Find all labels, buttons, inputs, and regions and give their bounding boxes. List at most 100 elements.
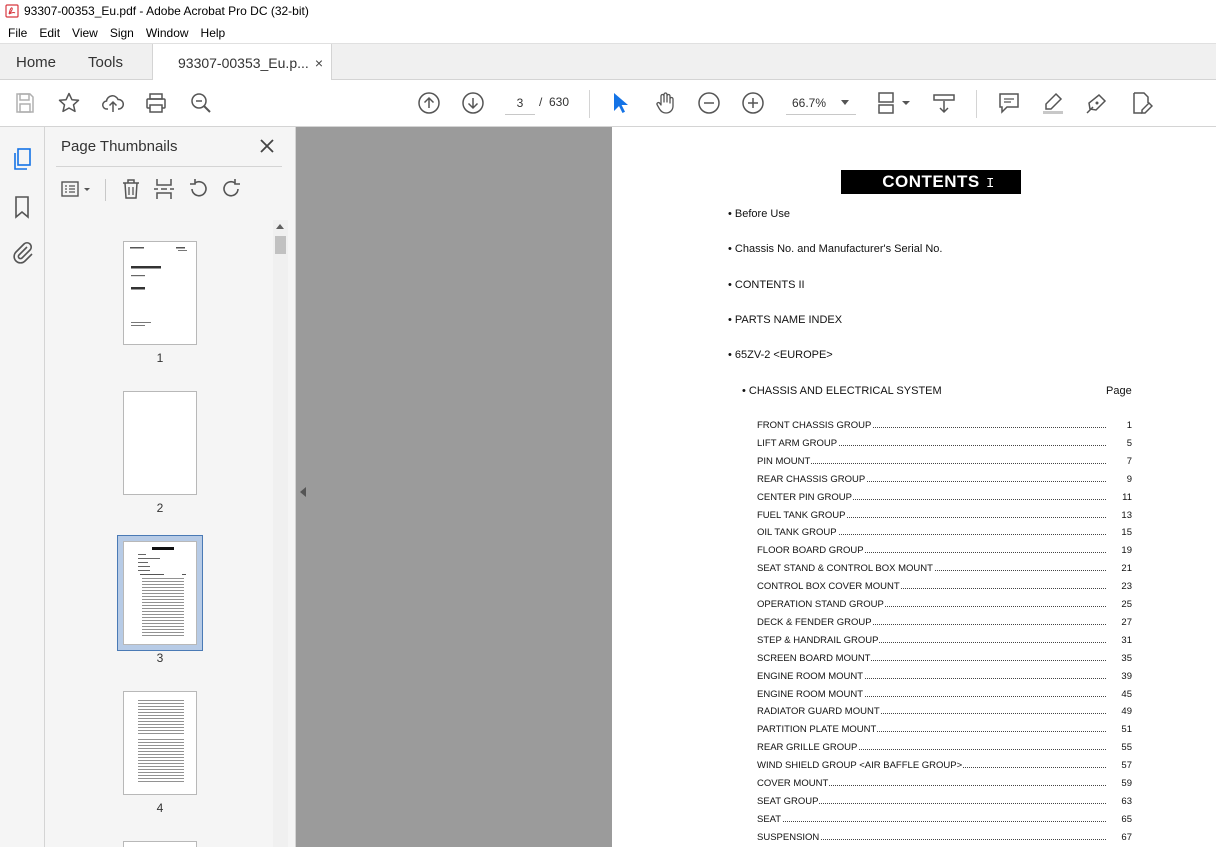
rotate-counterclockwise-icon[interactable] <box>186 177 210 201</box>
toc-entry-page: 35 <box>1121 652 1132 664</box>
toc-row[interactable]: LIFT ARM GROUP 5 <box>757 437 1132 452</box>
toc-entry-page: 15 <box>1121 527 1132 539</box>
scroll-mode-icon[interactable] <box>931 90 957 116</box>
main-toolbar: / 630 66.7% <box>0 80 1216 127</box>
tab-document[interactable]: 93307-00353_Eu.p... × <box>152 44 332 82</box>
toc-entry-page: 55 <box>1121 742 1132 754</box>
menu-edit[interactable]: Edit <box>33 26 66 40</box>
hand-tool-icon[interactable] <box>652 90 678 116</box>
thumbnail-page-3[interactable] <box>123 541 197 645</box>
toc-entry-page: 31 <box>1121 634 1132 646</box>
toc-row[interactable]: DECK & FENDER GROUP 27 <box>757 616 1132 631</box>
zoom-out-icon[interactable] <box>696 90 722 116</box>
toc-entry-name: STEP & HANDRAIL GROUP <box>757 634 880 646</box>
menu-bar: File Edit View Sign Window Help <box>0 22 1216 43</box>
toc-row[interactable]: PARTITION PLATE MOUNT 51 <box>757 724 1132 738</box>
toc-row[interactable]: OPERATION STAND GROUP 25 <box>757 599 1132 613</box>
toc-entry-name: REAR GRILLE GROUP <box>757 742 859 754</box>
menu-file[interactable]: File <box>2 26 33 40</box>
zoom-value: 66.7% <box>792 95 827 110</box>
tab-tools[interactable]: Tools <box>88 44 123 81</box>
toolbar-divider <box>589 90 590 118</box>
toc-row[interactable]: SEAT 65 <box>757 813 1132 828</box>
toc-row[interactable]: FLOOR BOARD GROUP 19 <box>757 545 1132 559</box>
contents-heading-text: CONTENTS <box>882 172 980 191</box>
toc-row[interactable]: REAR CHASSIS GROUP 9 <box>757 473 1132 488</box>
page-display-icon[interactable] <box>876 90 912 116</box>
pdf-page[interactable]: CONTENTS I • Before Use • Chassis No. an… <box>612 127 1216 847</box>
draw-signature-icon[interactable] <box>1084 90 1110 116</box>
edit-pdf-icon[interactable] <box>1128 90 1154 116</box>
menu-view[interactable]: View <box>66 26 104 40</box>
rotate-clockwise-icon[interactable] <box>220 177 244 201</box>
toc-entry-name: FUEL TANK GROUP <box>757 509 847 521</box>
toc-entry-page: 49 <box>1121 706 1132 718</box>
toc-row[interactable]: SEAT GROUP 63 <box>757 795 1132 810</box>
acrobat-app-icon <box>5 4 19 18</box>
bookmark-star-icon[interactable] <box>56 90 82 116</box>
text-cursor-icon: I <box>986 176 995 192</box>
thumbnail-label: 4 <box>156 801 164 815</box>
zoom-dropdown[interactable]: 66.7% <box>786 91 856 115</box>
toc-row[interactable]: STEP & HANDRAIL GROUP 31 <box>757 634 1132 649</box>
toc-row[interactable]: SCREEN BOARD MOUNT 35 <box>757 652 1132 667</box>
options-menu-icon[interactable] <box>59 177 93 201</box>
toc-row[interactable]: ENGINE ROOM MOUNT 39 <box>757 670 1132 685</box>
toc-row[interactable]: FRONT CHASSIS GROUP 1 <box>757 420 1132 434</box>
toc-row[interactable]: CENTER PIN GROUP 11 <box>757 491 1132 506</box>
save-icon[interactable] <box>12 90 38 116</box>
toc-entry-page: 27 <box>1121 616 1132 628</box>
previous-page-icon[interactable] <box>416 90 442 116</box>
delete-page-icon[interactable] <box>119 177 143 201</box>
thumbnail-label: 1 <box>156 351 164 365</box>
thumbnail-page-5-partial[interactable] <box>123 841 197 847</box>
zoom-in-icon[interactable] <box>740 90 766 116</box>
thumbnail-page-1[interactable] <box>123 241 197 345</box>
collapse-panel-arrow-icon[interactable] <box>300 487 306 497</box>
toc-row[interactable]: SEAT STAND & CONTROL BOX MOUNT 21 <box>757 563 1132 577</box>
print-icon[interactable] <box>143 90 169 116</box>
scrollbar-thumb[interactable] <box>275 236 286 254</box>
toc-row[interactable]: WIND SHIELD GROUP <AIR BAFFLE GROUP> 57 <box>757 760 1132 774</box>
tab-home[interactable]: Home <box>16 44 56 81</box>
toc-entry-name: DECK & FENDER GROUP <box>757 616 873 628</box>
toc-entry-page: 21 <box>1121 563 1132 575</box>
toc-row[interactable]: PIN MOUNT 7 <box>757 455 1132 470</box>
toc-row[interactable]: COVER MOUNT 59 <box>757 778 1132 792</box>
close-panel-icon[interactable] <box>258 137 276 155</box>
toc-row[interactable]: ENGINE ROOM MOUNT 45 <box>757 688 1132 703</box>
upload-cloud-icon[interactable] <box>100 90 126 116</box>
next-page-icon[interactable] <box>460 90 486 116</box>
toolbar-divider <box>105 179 106 201</box>
attachments-icon[interactable] <box>10 240 34 264</box>
toc-row[interactable]: REAR GRILLE GROUP 55 <box>757 742 1132 756</box>
toc-row[interactable]: RADIATOR GUARD MOUNT 49 <box>757 706 1132 720</box>
thumbnail-label: 3 <box>156 651 164 665</box>
menu-help[interactable]: Help <box>195 26 232 40</box>
toc-row[interactable]: OIL TANK GROUP 15 <box>757 527 1132 541</box>
toc-row[interactable]: SUSPENSION 67 <box>757 831 1132 846</box>
extract-pages-icon[interactable] <box>152 177 176 201</box>
toc-entry-name: SEAT <box>757 813 783 825</box>
scroll-up-arrow-icon[interactable] <box>276 224 284 229</box>
menu-sign[interactable]: Sign <box>104 26 140 40</box>
close-tab-icon[interactable]: × <box>315 55 323 71</box>
search-zoom-icon[interactable] <box>188 90 214 116</box>
menu-window[interactable]: Window <box>140 26 195 40</box>
select-cursor-icon[interactable] <box>607 90 633 116</box>
highlight-pen-icon[interactable] <box>1040 90 1066 116</box>
toc-row[interactable]: FUEL TANK GROUP 13 <box>757 509 1132 524</box>
panel-title: Page Thumbnails <box>61 138 178 155</box>
thumbnail-page-2[interactable] <box>123 391 197 495</box>
toc-row[interactable]: CONTROL BOX COVER MOUNT 23 <box>757 581 1132 595</box>
comment-icon[interactable] <box>996 90 1022 116</box>
page-4-preview <box>138 700 184 782</box>
toc-entry-name: RADIATOR GUARD MOUNT <box>757 706 881 718</box>
bookmarks-icon[interactable] <box>10 195 34 219</box>
thumbnail-scrollbar[interactable] <box>273 220 288 847</box>
page-number-input[interactable] <box>505 91 535 115</box>
page-thumbnails-icon[interactable] <box>10 147 34 171</box>
bullet-chassis-no: • Chassis No. and Manufacturer's Serial … <box>728 243 943 255</box>
thumbnail-page-4[interactable] <box>123 691 197 795</box>
tab-bar: Home Tools 93307-00353_Eu.p... × <box>0 43 1216 82</box>
